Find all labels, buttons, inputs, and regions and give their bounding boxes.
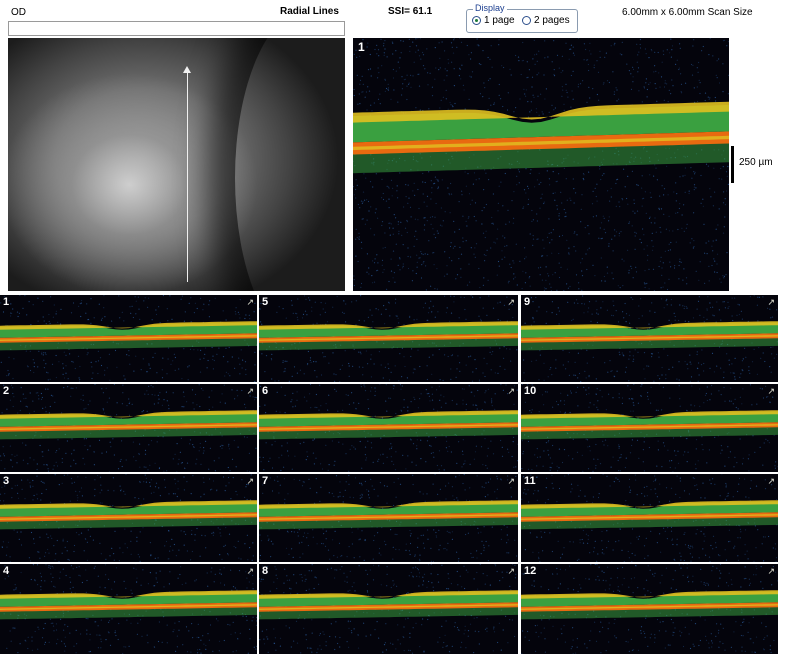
- thumbnail-scan-number: 11: [524, 475, 536, 487]
- scale-label: 250 µm: [739, 157, 773, 168]
- thumbnail-scan-10[interactable]: 10 ↗: [521, 384, 778, 472]
- thumbnail-scan-number: 8: [262, 565, 269, 577]
- thumbnail-scan-1[interactable]: 1 ↗: [0, 295, 257, 382]
- radio-unselected-icon[interactable]: [522, 16, 531, 25]
- eye-label: OD: [11, 7, 26, 18]
- fundus-shadow: [235, 38, 345, 291]
- scan-orientation-arrow-icon: ↗: [507, 476, 515, 486]
- oct-layers: [521, 384, 778, 472]
- thumbnail-scan-3[interactable]: 3 ↗: [0, 474, 257, 562]
- display-options-group: Display 1 page 2 pages: [466, 3, 578, 33]
- thumbnail-scan-9[interactable]: 9 ↗: [521, 295, 778, 382]
- thumbnail-scan-12[interactable]: 12 ↗: [521, 564, 778, 654]
- oct-layers: [259, 295, 518, 382]
- main-scan-number: 1: [358, 40, 365, 54]
- display-1-page-label: 1 page: [484, 15, 515, 26]
- oct-layers: [521, 564, 778, 654]
- scan-orientation-arrow-icon: ↗: [246, 566, 254, 576]
- thumbnail-scan-5[interactable]: 5 ↗: [259, 295, 518, 382]
- thumbnail-scan-number: 10: [524, 385, 537, 397]
- thumbnail-scan-number: 1: [3, 296, 10, 308]
- thumbnail-scan-number: 12: [524, 565, 537, 577]
- thumbnail-scan-11[interactable]: 11 ↗: [521, 474, 778, 562]
- oct-layers: [0, 564, 257, 654]
- oct-layers: [353, 38, 729, 291]
- ssi-value: SSI= 61.1: [388, 6, 433, 17]
- thumbnail-scan-number: 9: [524, 296, 531, 308]
- oct-layers: [0, 295, 257, 382]
- thumbnail-scan-number: 7: [262, 475, 269, 487]
- scan-size-label: 6.00mm x 6.00mm Scan Size: [622, 7, 753, 18]
- info-strip: [8, 21, 345, 36]
- display-1-page-option[interactable]: 1 page: [472, 15, 515, 26]
- scan-type-title: Radial Lines: [280, 6, 339, 17]
- scale-bar: [731, 146, 734, 183]
- oct-layers: [521, 474, 778, 562]
- scan-orientation-arrow-icon: ↗: [767, 297, 775, 307]
- radio-selected-icon[interactable]: [472, 16, 481, 25]
- main-bscan-image[interactable]: 1: [353, 38, 729, 291]
- scan-orientation-arrow-icon: ↗: [507, 566, 515, 576]
- scan-orientation-arrow-icon: ↗: [767, 566, 775, 576]
- scan-orientation-arrow-icon: ↗: [246, 386, 254, 396]
- scan-orientation-arrow-icon: ↗: [507, 297, 515, 307]
- scan-orientation-arrow-icon: ↗: [767, 386, 775, 396]
- oct-layers: [259, 474, 518, 562]
- thumbnail-scan-number: 4: [3, 565, 10, 577]
- thumbnail-scan-2[interactable]: 2 ↗: [0, 384, 257, 472]
- thumbnail-scan-6[interactable]: 6 ↗: [259, 384, 518, 472]
- thumbnail-scan-7[interactable]: 7 ↗: [259, 474, 518, 562]
- thumbnail-scan-4[interactable]: 4 ↗: [0, 564, 257, 654]
- display-legend: Display: [473, 3, 507, 13]
- thumbnail-scan-8[interactable]: 8 ↗: [259, 564, 518, 654]
- scan-orientation-arrow-icon: ↗: [246, 297, 254, 307]
- oct-layers: [259, 384, 518, 472]
- display-2-pages-option[interactable]: 2 pages: [522, 15, 570, 26]
- fundus-image: [8, 38, 345, 291]
- oct-layers: [259, 564, 518, 654]
- thumbnail-scan-number: 2: [3, 385, 10, 397]
- thumbnail-scan-number: 6: [262, 385, 269, 397]
- oct-layers: [0, 474, 257, 562]
- display-2-pages-label: 2 pages: [534, 15, 570, 26]
- oct-layers: [521, 295, 778, 382]
- scan-direction-arrow-icon: [183, 66, 191, 73]
- scan-orientation-arrow-icon: ↗: [507, 386, 515, 396]
- thumbnail-scan-number: 3: [3, 475, 10, 487]
- scan-orientation-arrow-icon: ↗: [767, 476, 775, 486]
- scan-orientation-arrow-icon: ↗: [246, 476, 254, 486]
- scan-line-indicator[interactable]: [187, 70, 188, 282]
- oct-layers: [0, 384, 257, 472]
- thumbnail-scan-number: 5: [262, 296, 269, 308]
